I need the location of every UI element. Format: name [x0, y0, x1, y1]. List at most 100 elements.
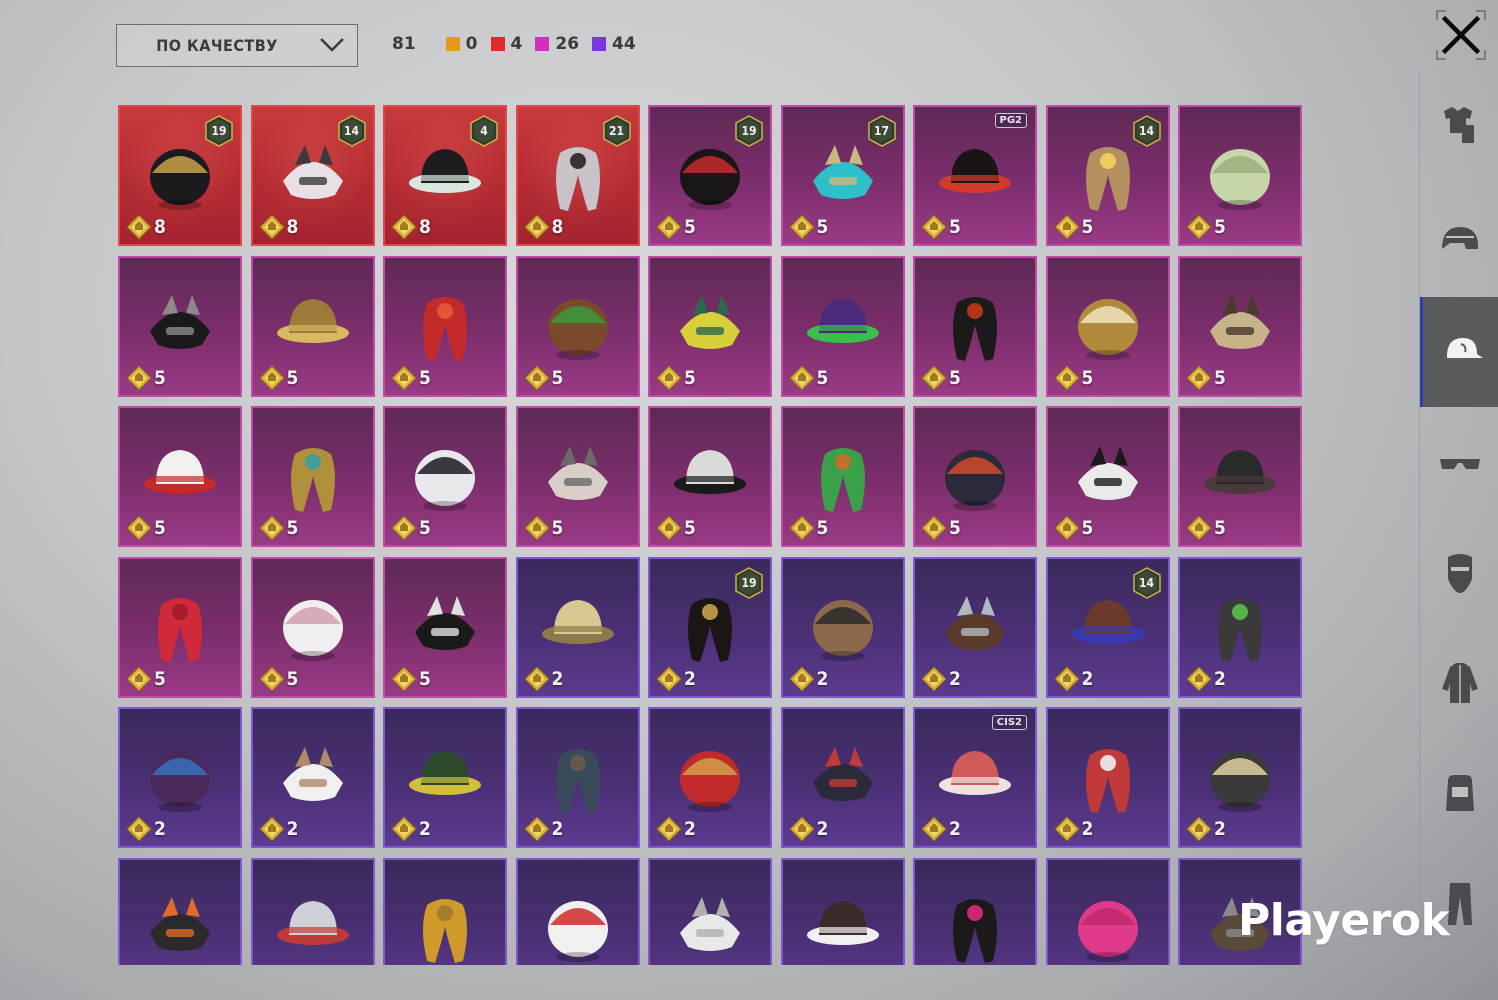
cyber-cat-helmet-icon [415, 449, 475, 511]
sidebar-item-outfit[interactable] [1420, 72, 1498, 182]
item-tile[interactable]: 5 [383, 255, 507, 397]
item-tile[interactable] [118, 857, 242, 965]
item-tile[interactable]: 2 [780, 707, 905, 848]
coin-icon [126, 364, 152, 391]
knight-helmet-icon [1210, 295, 1270, 350]
pink-cap-icon [953, 899, 997, 964]
item-cost: 5 [788, 515, 829, 541]
item-cost-value: 2 [816, 818, 829, 840]
sort-dropdown[interactable]: ПО КАЧЕСТВУ [116, 24, 358, 67]
chevron-down-icon [320, 38, 344, 52]
gold-crown-hat-icon [1077, 299, 1138, 361]
item-tile[interactable]: 5 [1178, 406, 1302, 547]
red-bucket-hat-icon [812, 746, 873, 801]
item-tile[interactable]: 19 8 [118, 105, 242, 246]
item-cost-value: 8 [419, 216, 431, 238]
item-tile[interactable]: 2 [1178, 707, 1302, 848]
item-tile[interactable]: 5 [515, 255, 640, 397]
item-tile[interactable]: 14 2 [1045, 556, 1170, 698]
wide-brim-hat-icon [282, 746, 343, 801]
coin-icon [1186, 816, 1212, 842]
item-tile[interactable]: PG2 5 [913, 105, 1037, 246]
item-tile[interactable]: 19 2 [648, 556, 772, 698]
sidebar-item-mask[interactable] [1420, 518, 1498, 628]
item-cost: 8 [391, 214, 431, 240]
item-tile[interactable]: 5 [913, 406, 1037, 547]
item-tile[interactable]: 5 [1178, 255, 1302, 397]
sidebar-item-backpack[interactable] [1420, 738, 1498, 848]
item-tile[interactable] [383, 857, 507, 965]
item-cost-value: 5 [1214, 517, 1226, 539]
item-tile[interactable]: 2 [648, 707, 772, 848]
coin-icon [921, 816, 947, 842]
item-tile[interactable]: 5 [1045, 255, 1170, 397]
sidebar-item-jacket[interactable] [1420, 628, 1498, 738]
item-tile[interactable]: 5 [515, 406, 640, 547]
sidebar-item-helmet[interactable] [1420, 188, 1498, 298]
item-tile[interactable]: 5 [383, 406, 507, 547]
item-tile[interactable]: 14 8 [250, 105, 375, 246]
sidebar-item-cap[interactable] [1420, 297, 1498, 407]
white-sun-hat-icon [282, 600, 343, 662]
item-tile[interactable]: 5 [250, 406, 375, 547]
item-tile[interactable] [780, 857, 905, 965]
item-cost: 5 [1186, 214, 1226, 240]
item-tile[interactable] [648, 857, 772, 965]
item-tile[interactable]: 5 [780, 255, 905, 397]
item-cost-value: 5 [419, 517, 431, 539]
item-cost: 5 [921, 515, 961, 541]
item-tile[interactable] [250, 857, 375, 965]
coin-icon [921, 515, 947, 541]
item-tile[interactable]: 5 [648, 255, 772, 397]
rarity-swatch [535, 37, 550, 51]
item-tile[interactable]: 5 [118, 556, 242, 698]
watermark: Playerok [1238, 895, 1450, 946]
coin-icon [1186, 515, 1212, 541]
item-tile[interactable]: CIS2 2 [913, 707, 1037, 848]
item-tile[interactable]: 5 [383, 556, 507, 698]
item-tile[interactable] [1045, 857, 1170, 965]
item-tile[interactable]: 17 5 [780, 105, 905, 246]
item-tile[interactable]: 2 [515, 556, 640, 698]
item-tile[interactable]: 5 [780, 406, 905, 547]
item-tile[interactable]: 48 [383, 105, 507, 246]
item-tile[interactable]: 21 8 [515, 105, 640, 246]
sombrero-icon [1210, 750, 1270, 812]
rarity-count-value: 0 [465, 34, 478, 54]
item-cost-value: 5 [684, 366, 696, 389]
item-tile[interactable]: 2 [383, 707, 507, 848]
item-tile[interactable]: 5 [118, 406, 242, 547]
item-tile[interactable]: 5 [1178, 105, 1302, 246]
sidebar-item-glasses[interactable] [1420, 408, 1498, 518]
item-tile[interactable]: 14 5 [1045, 105, 1170, 246]
item-tile[interactable]: 2 [913, 556, 1037, 698]
item-tile[interactable]: 5 [250, 556, 375, 698]
item-cost-value: 5 [684, 216, 696, 238]
item-tile[interactable]: 2 [780, 556, 905, 698]
item-cost: 5 [921, 364, 961, 391]
item-tile[interactable]: 2 [1045, 707, 1170, 848]
item-tile[interactable]: 2 [118, 707, 242, 848]
coin-icon [258, 665, 285, 692]
item-cost: 5 [921, 214, 961, 240]
item-tile[interactable]: 5 [250, 255, 375, 397]
item-cost-value: 2 [551, 667, 564, 690]
item-tile[interactable]: 5 [648, 406, 772, 547]
item-tile[interactable] [913, 857, 1037, 965]
item-tile[interactable]: 5 [118, 255, 242, 397]
item-cost: 5 [656, 364, 696, 391]
item-tile[interactable]: 2 [1178, 556, 1302, 698]
item-cost-value: 5 [816, 517, 829, 539]
item-cost-value: 5 [419, 366, 431, 389]
item-tile[interactable]: 5 [913, 255, 1037, 397]
rarity-swatch [445, 37, 460, 51]
item-tile[interactable]: 2 [515, 707, 640, 848]
item-tile[interactable]: 2 [250, 707, 375, 848]
item-tile[interactable]: 19 5 [648, 105, 772, 246]
close-button[interactable] [1434, 8, 1488, 62]
item-cost-value: 2 [551, 818, 564, 840]
item-cost-value: 2 [684, 818, 696, 840]
item-tile[interactable] [515, 857, 640, 965]
rarity-swatch [490, 37, 505, 51]
item-tile[interactable]: 5 [1045, 406, 1170, 547]
